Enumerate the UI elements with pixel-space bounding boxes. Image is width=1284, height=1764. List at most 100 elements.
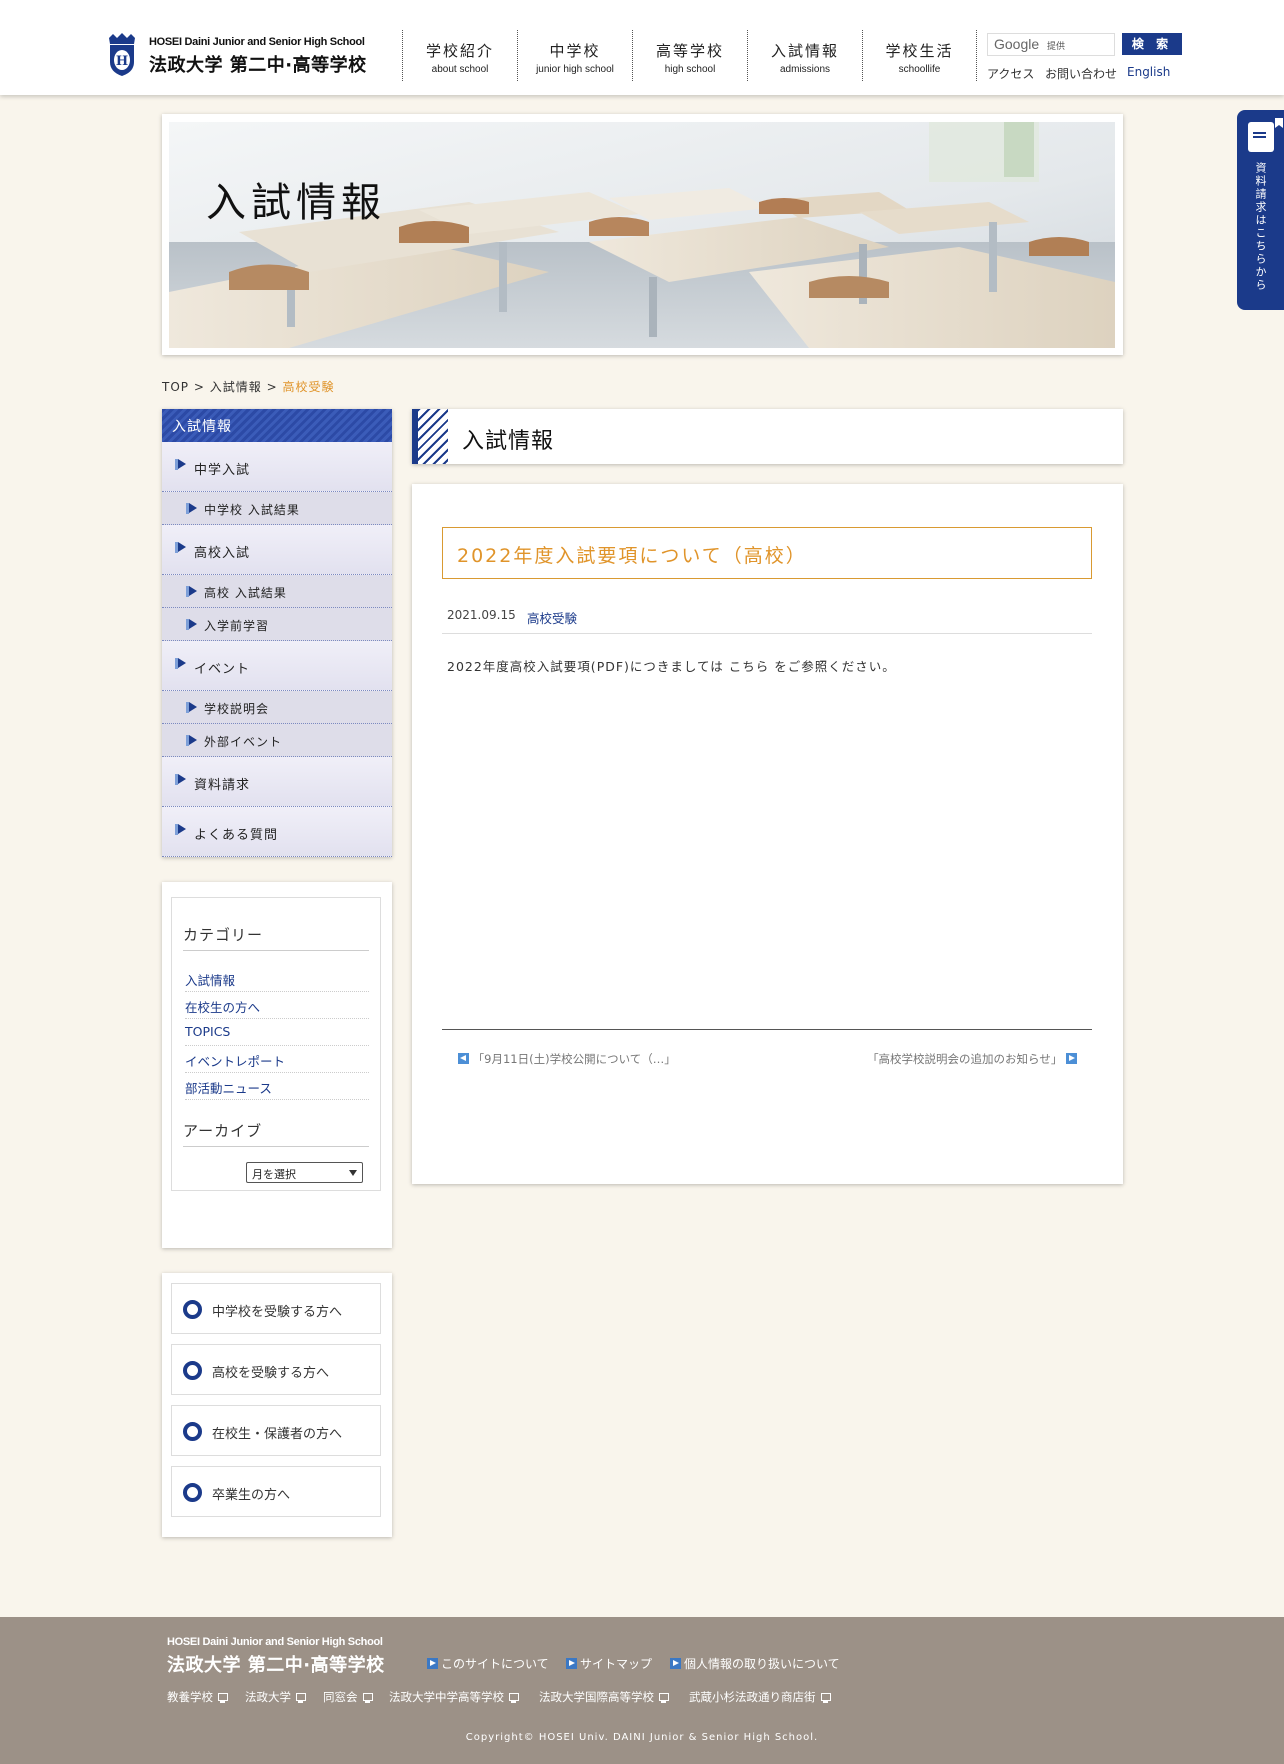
visitor-links: 中学校を受験する方へ 高校を受験する方へ 在校生・保護者の方へ 卒業生の方へ — [162, 1273, 392, 1537]
next-arrow-icon — [1066, 1053, 1077, 1064]
category-title: カテゴリー — [183, 924, 369, 951]
nav-high-school[interactable]: 高等学校 high school — [632, 30, 747, 81]
nav-about-school[interactable]: 学校紹介 about school — [402, 30, 517, 81]
side-menu-label: 高校 入試結果 — [204, 586, 287, 600]
side-menu-item-external-events[interactable]: 外部イベント — [162, 724, 392, 757]
footer-site-link[interactable]: 法政大学 — [245, 1689, 306, 1705]
arrow-right-icon — [427, 1658, 438, 1669]
side-menu-header: 入試情報 — [162, 409, 392, 442]
divider — [442, 633, 1092, 634]
circle-icon — [183, 1483, 202, 1502]
external-window-icon — [218, 1693, 228, 1703]
arrow-right-icon — [566, 1658, 577, 1669]
breadcrumb-current: 高校受験 — [282, 380, 335, 394]
external-window-icon — [820, 1693, 831, 1703]
nav-label: 学校紹介 — [425, 42, 494, 60]
arrow-right-icon — [186, 702, 198, 714]
visitor-link-label: 中学校を受験する方へ — [212, 1305, 343, 1320]
side-menu-item-events[interactable]: イベント — [162, 641, 392, 691]
arrow-right-icon — [175, 459, 187, 471]
visitor-link-junior-applicants[interactable]: 中学校を受験する方へ — [171, 1283, 381, 1334]
footer-link-sitemap[interactable]: サイトマップ — [566, 1655, 652, 1672]
footer-site-link[interactable]: 法政大学中学高等学校 — [389, 1689, 519, 1705]
next-post-label: 「高校学校説明会の追加のお知らせ」 — [867, 1052, 1063, 1066]
next-post-link[interactable]: 「高校学校説明会の追加のお知らせ」 — [867, 1051, 1077, 1067]
category-link[interactable]: イベントレポート — [185, 1046, 369, 1073]
visitor-link-high-applicants[interactable]: 高校を受験する方へ — [171, 1344, 381, 1395]
side-menu-item-faq[interactable]: よくある質問 — [162, 807, 392, 857]
side-menu-item-document-request[interactable]: 資料請求 — [162, 757, 392, 807]
search-input[interactable]: Google 提供 — [987, 33, 1115, 56]
arrow-right-icon — [186, 586, 198, 598]
copyright: Copyright© HOSEI Univ. DAINI Junior & Se… — [465, 1732, 819, 1743]
logo-en: HOSEI Daini Junior and Senior High Schoo… — [149, 36, 365, 48]
nav-school-life[interactable]: 学校生活 schoollife — [862, 30, 976, 81]
circle-icon — [183, 1361, 202, 1380]
archive-title: アーカイブ — [183, 1120, 369, 1147]
visitor-link-students-parents[interactable]: 在校生・保護者の方へ — [171, 1405, 381, 1456]
footer-site-label: 法政大学中学高等学校 — [389, 1690, 504, 1704]
footer-link-label: 個人情報の取り扱いについて — [684, 1657, 840, 1671]
footer-site-link[interactable]: 同窓会 — [323, 1689, 373, 1705]
nav-sublabel: schoollife — [898, 64, 941, 75]
side-menu-item-info-session[interactable]: 学校説明会 — [162, 691, 392, 724]
arrow-right-icon — [175, 774, 187, 786]
breadcrumb-sep: > — [193, 380, 205, 394]
visitor-link-alumni[interactable]: 卒業生の方へ — [171, 1466, 381, 1517]
site-logo[interactable]: H HOSEI Daini Junior and Senior High Sch… — [107, 32, 387, 78]
footer-site-label: 教養学校 — [167, 1690, 213, 1704]
nav-sublabel: admissions — [779, 64, 831, 75]
arrow-right-icon — [175, 658, 187, 670]
logo-ja: 法政大学 第二中·高等学校 — [149, 55, 367, 76]
divider — [442, 1029, 1092, 1030]
nav-junior-high[interactable]: 中学校 junior high school — [517, 30, 632, 81]
prev-post-link[interactable]: 「9月11日(土)学校公開について（…」 — [458, 1051, 676, 1067]
category-link[interactable]: TOPICS — [185, 1019, 369, 1046]
breadcrumb-parent[interactable]: 入試情報 — [210, 380, 262, 394]
footer-link-label: このサイトについて — [441, 1657, 549, 1671]
hero-image — [169, 122, 1115, 348]
footer-link-privacy[interactable]: 個人情報の取り扱いについて — [670, 1655, 840, 1672]
prev-post-label: 「9月11日(土)学校公開について（…」 — [472, 1052, 676, 1066]
article-category[interactable]: 高校受験 — [527, 608, 577, 627]
footer-link-about-site[interactable]: このサイトについて — [427, 1655, 549, 1672]
side-menu-item-high-exam[interactable]: 高校入試 — [162, 525, 392, 575]
external-window-icon — [362, 1693, 373, 1703]
breadcrumb-sep: > — [266, 380, 278, 394]
nav-label: 中学校 — [549, 42, 601, 60]
nav-label: 高等学校 — [655, 42, 724, 60]
side-menu-item-high-results[interactable]: 高校 入試結果 — [162, 575, 392, 608]
article-body: 2022年度高校入試要項(PDF)につきましては こちら をご参照ください。 — [447, 659, 896, 674]
document-request-tab[interactable]: 資料請求はこちらから — [1237, 110, 1284, 310]
search-button[interactable]: 検 索 — [1122, 33, 1182, 55]
side-menu-item-junior-exam[interactable]: 中学入試 — [162, 442, 392, 492]
header-link-access[interactable]: アクセス — [987, 65, 1034, 82]
section-stripe — [412, 409, 448, 464]
nav-sublabel: high school — [664, 64, 716, 75]
category-link[interactable]: 部活動ニュース — [185, 1073, 369, 1100]
side-menu-item-pre-study[interactable]: 入学前学習 — [162, 608, 392, 641]
side-menu-label: イベント — [194, 662, 251, 677]
nav-admissions[interactable]: 入試情報 admissions — [747, 30, 862, 81]
article-title: 2022年度入試要項について（高校） — [442, 527, 1092, 579]
footer-site-link[interactable]: 教養学校 — [167, 1689, 228, 1705]
archive-month-select[interactable]: 月を選択 — [246, 1162, 363, 1183]
footer-logo-en: HOSEI Daini Junior and Senior High Schoo… — [167, 1636, 383, 1648]
header-link-contact[interactable]: お問い合わせ — [1045, 65, 1117, 82]
category-link[interactable]: 在校生の方へ — [185, 992, 369, 1019]
footer-site-link[interactable]: 武蔵小杉法政通り商店街 — [689, 1689, 831, 1705]
side-menu-item-junior-results[interactable]: 中学校 入試結果 — [162, 492, 392, 525]
external-window-icon — [659, 1693, 669, 1703]
arrow-right-icon — [186, 735, 198, 747]
section-title: 入試情報 — [462, 429, 555, 454]
header-link-english[interactable]: English — [1127, 65, 1170, 79]
article-date: 2021.09.15 — [447, 608, 516, 622]
document-icon — [1248, 122, 1274, 152]
nav-sublabel: junior high school — [536, 64, 614, 75]
category-link[interactable]: 入試情報 — [185, 965, 369, 992]
nav-label: 学校生活 — [885, 42, 954, 60]
external-window-icon — [509, 1693, 519, 1703]
side-menu-label: 高校入試 — [194, 546, 251, 561]
footer-site-link[interactable]: 法政大学国際高等学校 — [539, 1689, 669, 1705]
breadcrumb-top[interactable]: TOP — [162, 380, 189, 394]
